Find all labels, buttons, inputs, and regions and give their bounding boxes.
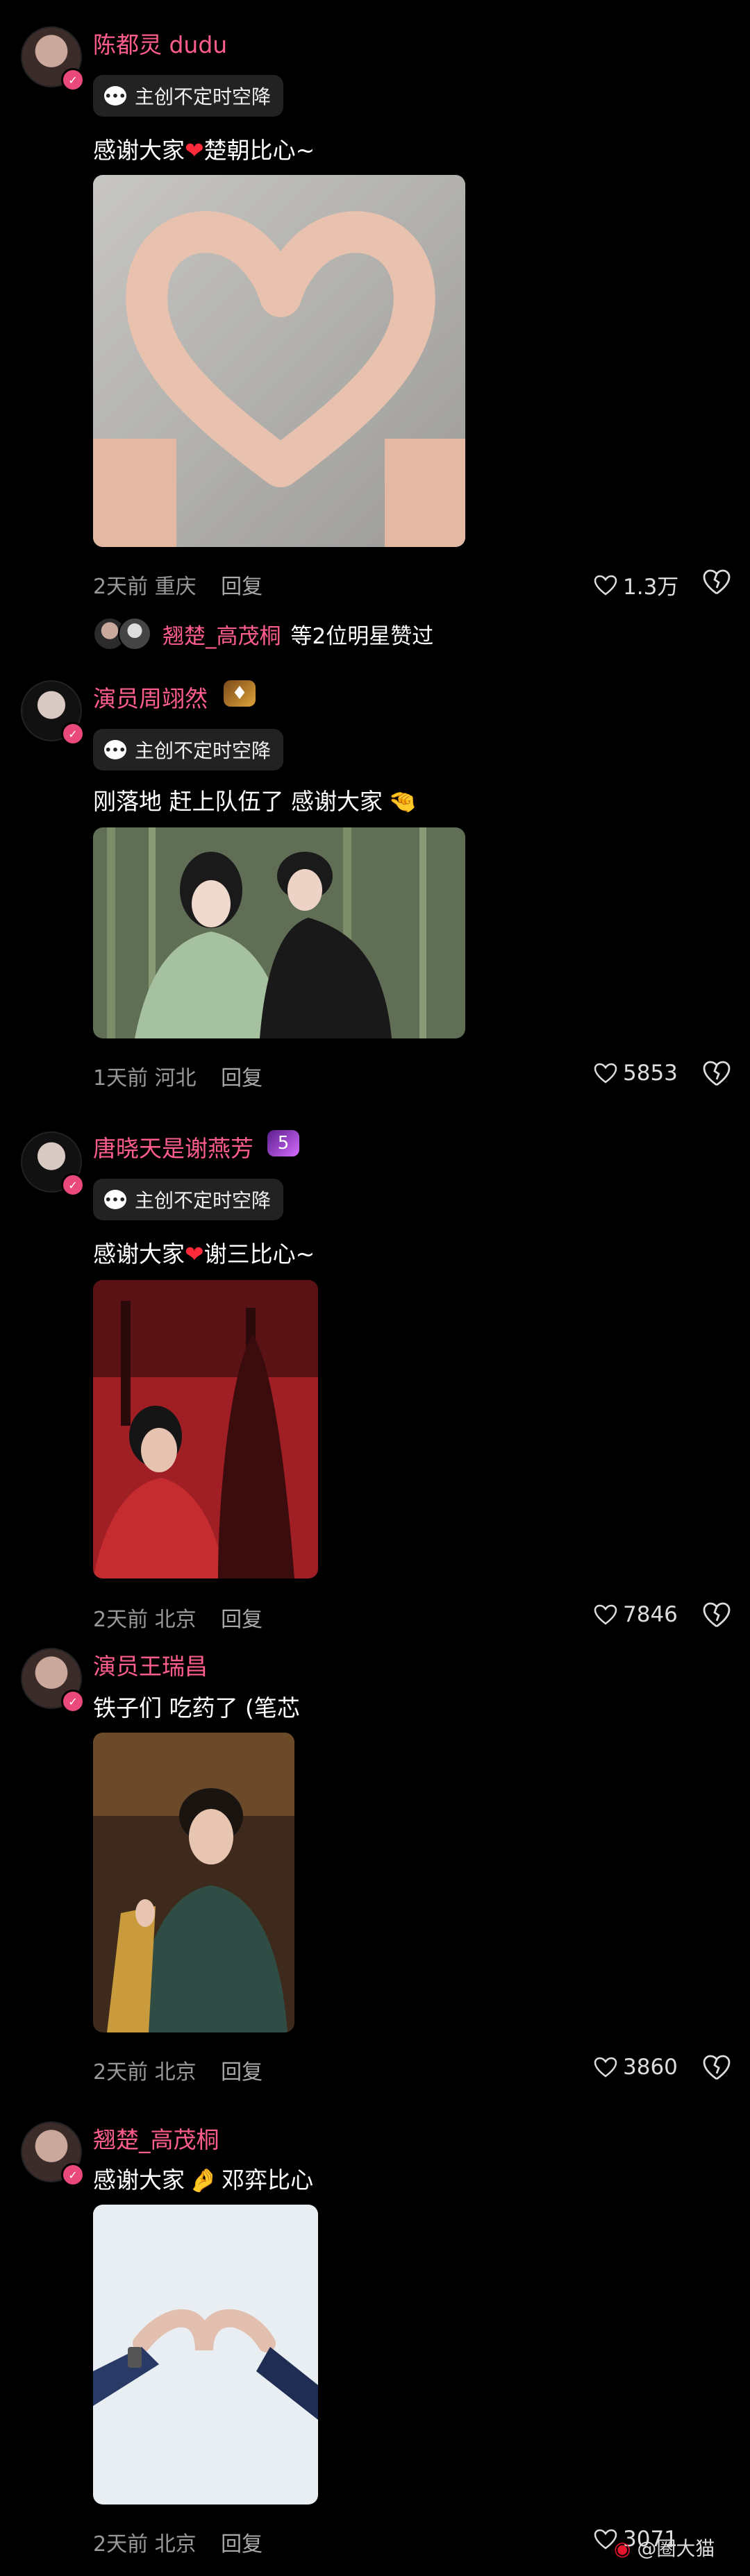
- like-count: 1.3万: [623, 575, 679, 600]
- broken-heart-icon[interactable]: [701, 1600, 732, 1631]
- username[interactable]: 演员王瑞昌: [93, 1648, 208, 1681]
- time-location: 2天前 重庆: [93, 575, 197, 599]
- costume-actor-still: [93, 1733, 294, 2032]
- tag-pill[interactable]: ••• 主创不定时空降: [93, 75, 284, 117]
- comment-text-part-2: 楚朝比心~: [203, 137, 315, 164]
- broken-heart-icon[interactable]: [701, 2053, 732, 2083]
- broken-heart-icon[interactable]: [701, 1059, 732, 1089]
- verified-icon: ✓: [61, 68, 85, 92]
- time-location: 2天前 北京: [93, 1608, 197, 1632]
- level-badge-icon: ♦: [224, 680, 256, 707]
- reply-button[interactable]: 回复: [221, 2060, 262, 2085]
- star-liked-row[interactable]: 翘楚_高茂桐 等2位明星赞过: [93, 617, 433, 650]
- broken-heart-icon[interactable]: [701, 567, 732, 598]
- comment-text-part-1: 感谢大家: [93, 1240, 185, 1268]
- comment-image[interactable]: [93, 827, 465, 1038]
- comment-image[interactable]: [93, 1733, 294, 2032]
- red-heart-emoji-icon: ❤: [185, 137, 204, 164]
- red-heart-emoji-icon: ❤: [185, 1240, 204, 1268]
- tag-pill[interactable]: ••• 主创不定时空降: [93, 729, 284, 771]
- level-badge-icon: 5: [267, 1130, 299, 1156]
- reply-button[interactable]: 回复: [221, 575, 262, 599]
- comment-text-body: 刚落地 赶上队伍了 感谢大家: [93, 788, 383, 815]
- comment-image[interactable]: [93, 1280, 318, 1579]
- liked-by-name[interactable]: 翘楚_高茂桐: [162, 618, 281, 650]
- like-count: 3860: [623, 2055, 678, 2080]
- heart-outline-icon: [594, 1604, 617, 1625]
- tag-label: 主创不定时空降: [135, 739, 272, 762]
- avatar: [118, 617, 151, 650]
- time-location: 1天前 河北: [93, 1066, 197, 1091]
- comment-meta: 2天前 重庆 回复: [93, 569, 281, 600]
- weibo-logo-icon: ◉: [614, 2537, 631, 2560]
- like-count: 5853: [623, 1061, 678, 1086]
- verified-icon: ✓: [61, 722, 85, 746]
- username[interactable]: 陈都灵 dudu: [93, 26, 227, 60]
- comment-image[interactable]: [93, 175, 465, 547]
- tag-pill[interactable]: ••• 主创不定时空降: [93, 1179, 284, 1220]
- level-badge-number: 5: [277, 1133, 290, 1154]
- comment-image[interactable]: [93, 2205, 318, 2505]
- like-button[interactable]: 7846: [594, 1602, 684, 1627]
- chat-bubble-icon: •••: [104, 1190, 126, 1209]
- comment-text: 感谢大家❤楚朝比心~: [93, 132, 315, 165]
- comment-meta: 1天前 河北 回复: [93, 1061, 281, 1091]
- like-button[interactable]: 1.3万: [594, 569, 684, 600]
- verified-icon: ✓: [61, 2163, 85, 2187]
- comment-text-part-2: 邓弈比心: [222, 2166, 314, 2194]
- reply-button[interactable]: 回复: [221, 2532, 262, 2557]
- chat-bubble-icon: •••: [104, 86, 126, 106]
- watermark-text: @圈大猫: [637, 2537, 715, 2560]
- hands-heart-image: [93, 175, 465, 547]
- comment-text: 刚落地 赶上队伍了 感谢大家 🤏: [93, 783, 417, 816]
- verified-icon: ✓: [61, 1173, 85, 1197]
- username[interactable]: 翘楚_高茂桐: [93, 2121, 219, 2155]
- watermark: ◉ @圈大猫: [614, 2534, 715, 2561]
- pinching-hand-emoji-icon: 🤌: [189, 2166, 218, 2194]
- heart-outline-icon: [594, 2057, 617, 2078]
- reply-button[interactable]: 回复: [221, 1066, 262, 1091]
- verified-icon: ✓: [61, 1690, 85, 1713]
- comment-text-part-1: 感谢大家: [93, 137, 185, 164]
- tag-label: 主创不定时空降: [135, 85, 272, 108]
- hands-heart-image: [93, 2205, 318, 2505]
- comment-text-part-1: 感谢大家: [93, 2166, 185, 2194]
- like-count: 7846: [623, 1602, 678, 1627]
- comment-text: 感谢大家 🤌 邓弈比心: [93, 2162, 313, 2195]
- heart-outline-icon: [594, 575, 617, 596]
- bamboo-forest-still: [93, 827, 465, 1038]
- pinching-hand-emoji-icon: 🤏: [388, 788, 417, 815]
- username[interactable]: 唐晓天是谢燕芳: [93, 1130, 253, 1163]
- red-palace-still: [93, 1280, 318, 1579]
- like-button[interactable]: 3860: [594, 2055, 684, 2080]
- time-location: 2天前 北京: [93, 2532, 197, 2557]
- reply-button[interactable]: 回复: [221, 1608, 262, 1632]
- comment-meta: 2天前 北京 回复: [93, 2055, 281, 2085]
- tag-label: 主创不定时空降: [135, 1189, 272, 1212]
- heart-outline-icon: [594, 1063, 617, 1084]
- comment-text: 感谢大家❤谢三比心~: [93, 1236, 315, 1269]
- comment-text-part-2: 谢三比心~: [203, 1240, 315, 1268]
- username[interactable]: 演员周翊然: [93, 680, 208, 714]
- liked-by-suffix: 等2位明星赞过: [290, 623, 434, 649]
- comment-text: 铁子们 吃药了 (笔芯: [93, 1694, 300, 1721]
- chat-bubble-icon: •••: [104, 740, 126, 759]
- comment-meta: 2天前 北京 回复: [93, 1602, 281, 1633]
- time-location: 2天前 北京: [93, 2060, 197, 2085]
- like-button[interactable]: 5853: [594, 1061, 684, 1086]
- comment-meta: 2天前 北京 回复: [93, 2527, 281, 2557]
